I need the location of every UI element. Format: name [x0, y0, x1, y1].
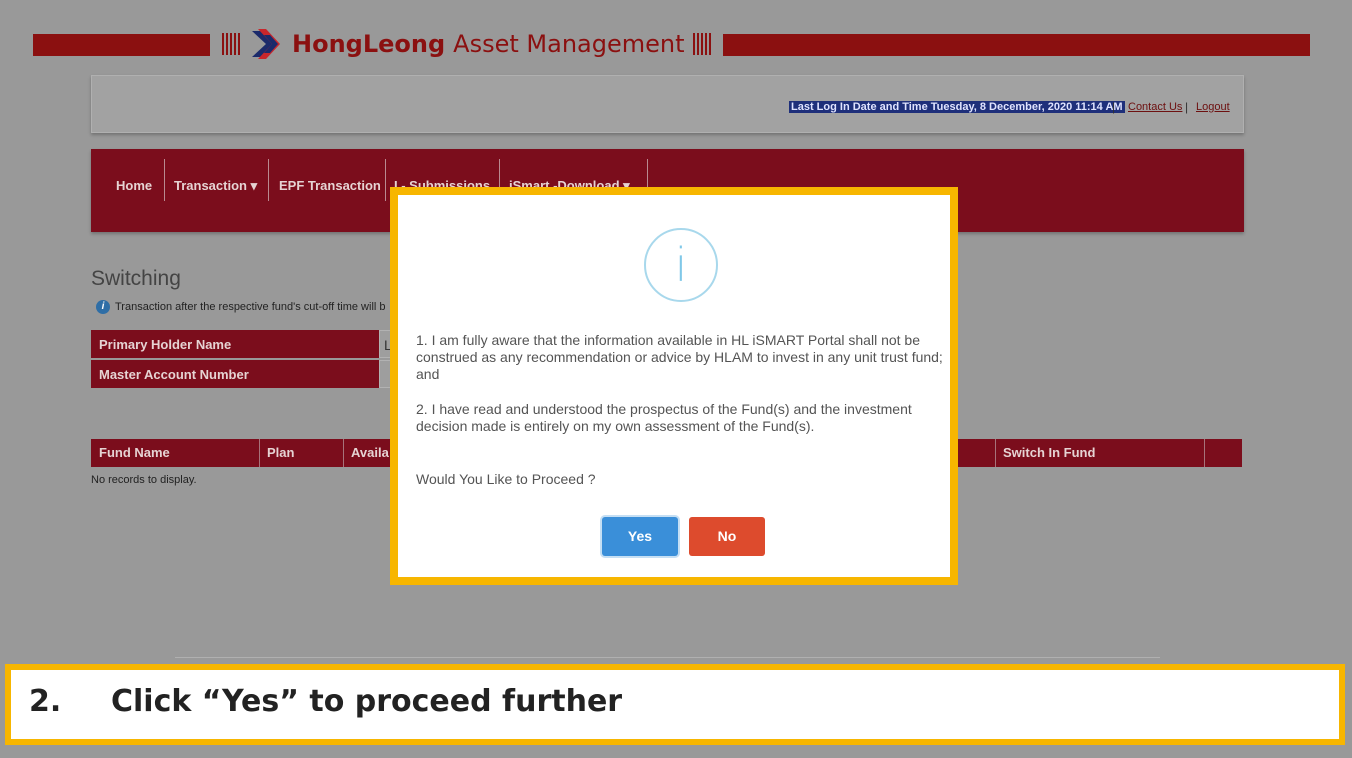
nav-home[interactable]: Home — [116, 178, 152, 193]
col-fund-name: Fund Name — [99, 445, 170, 460]
separator: | — [1112, 100, 1116, 114]
no-records-text: No records to display. — [91, 474, 197, 486]
separator: | — [1185, 100, 1189, 114]
nav-transaction[interactable]: Transaction ▾ — [174, 178, 257, 194]
page-title: Switching — [91, 267, 181, 290]
cutoff-notice-text: Transaction after the respective fund's … — [115, 301, 386, 313]
footer-divider — [175, 657, 1160, 658]
col-switch-in-fund: Switch In Fund — [1003, 445, 1096, 460]
info-icon: i — [96, 300, 110, 314]
cutoff-notice: i Transaction after the respective fund'… — [96, 300, 386, 314]
dialog-paragraph-1: 1. I am fully aware that the information… — [416, 332, 943, 382]
contact-us-link[interactable]: Contact Us — [1128, 101, 1182, 113]
brand-name-bold: HongLeong — [292, 30, 446, 58]
step-number: 2. — [29, 684, 62, 719]
instruction-caption: 2. Click “Yes” to proceed further — [5, 664, 1345, 745]
confirmation-dialog: i 1. I am fully aware that the informati… — [390, 187, 958, 585]
col-available: Availa — [351, 445, 389, 460]
col-plan: Plan — [267, 445, 295, 460]
brand-name-light: Asset Management — [453, 30, 685, 58]
logo-bars-left — [222, 33, 240, 55]
master-account-label: Master Account Number — [91, 360, 379, 388]
nav-epf-transaction[interactable]: EPF Transaction — [279, 178, 381, 193]
logout-link[interactable]: Logout — [1196, 101, 1230, 113]
no-button[interactable]: No — [689, 517, 765, 556]
session-info-card: Last Log In Date and Time Tuesday, 8 Dec… — [91, 75, 1244, 133]
primary-holder-label: Primary Holder Name — [91, 330, 379, 358]
info-icon: i — [644, 228, 718, 302]
dialog-paragraph-2: 2. I have read and understood the prospe… — [416, 401, 912, 434]
step-text: Click “Yes” to proceed further — [111, 684, 623, 719]
hongleong-logo-icon — [252, 29, 280, 59]
dialog-question: Would You Like to Proceed ? — [416, 471, 596, 487]
brand-logo: HongLeong Asset Management — [210, 20, 723, 68]
yes-button[interactable]: Yes — [602, 517, 678, 556]
last-login-text: Last Log In Date and Time Tuesday, 8 Dec… — [789, 101, 1125, 113]
logo-bars-right — [692, 33, 711, 55]
